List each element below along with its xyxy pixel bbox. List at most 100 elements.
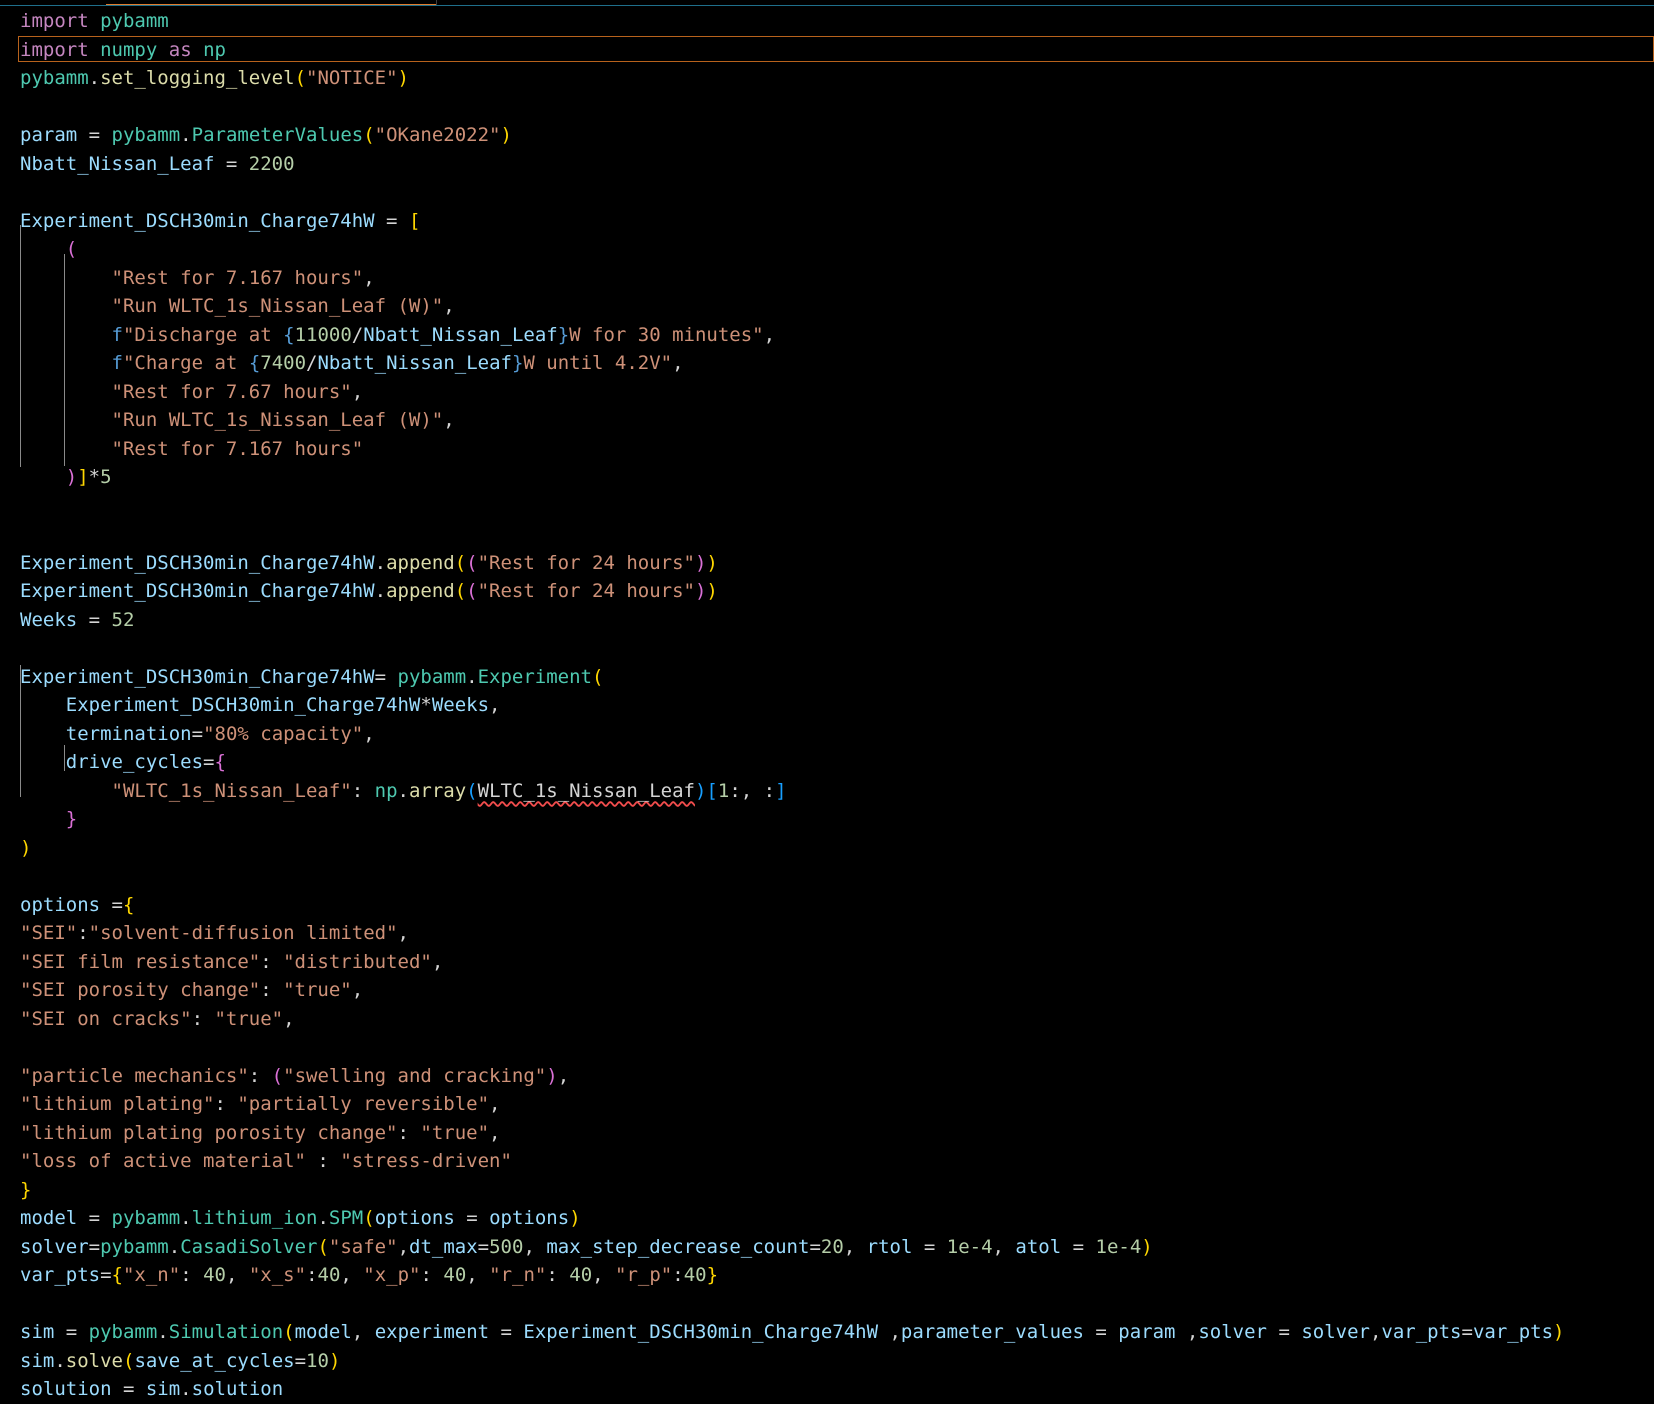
code-line[interactable]: solver=pybamm.CasadiSolver("safe",dt_max…	[20, 1233, 1650, 1262]
code-line[interactable]: "loss of active material" : "stress-driv…	[20, 1147, 1650, 1176]
code-token: "SEI porosity change"	[20, 979, 261, 1001]
code-line[interactable]	[20, 1290, 1650, 1319]
code-line[interactable]: Experiment_DSCH30min_Charge74hW*Weeks,	[20, 691, 1650, 720]
code-line[interactable]: drive_cycles={	[20, 748, 1650, 777]
code-token: "NOTICE"	[306, 67, 398, 89]
code-line[interactable]: Experiment_DSCH30min_Charge74hW = [	[20, 207, 1650, 236]
code-line[interactable]: var_pts={"x_n": 40, "x_s":40, "x_p": 40,…	[20, 1261, 1650, 1290]
code-line[interactable]: }	[20, 805, 1650, 834]
code-token: pybamm	[100, 1235, 169, 1258]
code-line[interactable]: "Run WLTC_1s_Nissan_Leaf (W)",	[20, 406, 1650, 435]
code-token: )	[706, 580, 718, 602]
code-token: ,	[592, 1264, 616, 1286]
code-line[interactable]: "SEI film resistance": "distributed",	[20, 948, 1650, 977]
code-token: 1e-4	[1095, 1235, 1142, 1258]
code-token: ,	[443, 295, 455, 317]
code-line[interactable]: pybamm.set_logging_level("NOTICE")	[20, 64, 1650, 93]
code-token: Nbatt_Nissan_Leaf	[317, 352, 512, 374]
code-line[interactable]: param = pybamm.ParameterValues("OKane202…	[20, 121, 1650, 150]
code-token: ,	[557, 1064, 570, 1087]
code-token: "true"	[420, 1121, 490, 1144]
code-token: 40	[569, 1264, 593, 1286]
code-token: *	[420, 694, 432, 716]
code-line[interactable]: Experiment_DSCH30min_Charge74hW.append((…	[20, 577, 1650, 606]
code-line[interactable]: Weeks = 52	[20, 606, 1650, 635]
code-token: set_logging_level	[100, 67, 295, 89]
code-token: ,	[283, 1007, 295, 1030]
code-line[interactable]: "Rest for 7.167 hours",	[20, 264, 1650, 293]
code-line[interactable]: Nbatt_Nissan_Leaf = 2200	[20, 150, 1650, 179]
code-token: )	[694, 551, 707, 574]
code-token: (	[466, 779, 478, 802]
code-token: "Run WLTC_1s_Nissan_Leaf (W)"	[111, 409, 444, 431]
code-token: 2200	[248, 152, 295, 175]
code-line-current[interactable]: import numpy as np	[18, 35, 1654, 65]
code-line[interactable]: f"Discharge at {11000/Nbatt_Nissan_Leaf}…	[20, 321, 1650, 350]
code-line[interactable]	[20, 1033, 1650, 1062]
code-token: Experiment_DSCH30min_Charge74hW	[20, 580, 375, 602]
code-token: =	[100, 1264, 112, 1286]
code-line[interactable]	[20, 178, 1650, 207]
code-token: =	[111, 1378, 146, 1400]
code-token: :	[248, 1064, 272, 1087]
code-token: solver	[1198, 1321, 1267, 1343]
code-token: f	[111, 352, 123, 374]
code-line[interactable]: "Run WLTC_1s_Nissan_Leaf (W)",	[20, 292, 1650, 321]
code-token: )	[546, 1064, 558, 1087]
code-line[interactable]: "Rest for 7.167 hours"	[20, 435, 1650, 464]
code-line[interactable]: solution = sim.solution	[20, 1375, 1650, 1404]
code-line[interactable]	[20, 93, 1650, 122]
code-line[interactable]: "Rest for 7.67 hours",	[20, 378, 1650, 407]
code-line[interactable]: }	[20, 1176, 1650, 1205]
code-token: var_pts	[1381, 1321, 1462, 1343]
code-token: :	[672, 1264, 684, 1286]
code-token: .	[180, 1378, 192, 1400]
code-line[interactable]: "SEI porosity change": "true",	[20, 976, 1650, 1005]
code-token: (	[283, 1321, 295, 1343]
code-line[interactable]: f"Charge at {7400/Nbatt_Nissan_Leaf}W un…	[20, 349, 1650, 378]
code-line[interactable]: )	[20, 834, 1650, 863]
code-line[interactable]: )]*5	[20, 463, 1650, 492]
code-line[interactable]	[20, 634, 1650, 663]
code-line[interactable]	[20, 492, 1650, 521]
code-line[interactable]: model = pybamm.lithium_ion.SPM(options =…	[20, 1204, 1650, 1233]
editor-top-border	[0, 5, 1654, 6]
code-editor[interactable]: import pybamm import numpy as np pybamm.se…	[18, 7, 1654, 1404]
code-token: ]	[77, 466, 89, 488]
code-token: (	[363, 1207, 375, 1229]
code-line[interactable]: "lithium plating": "partially reversible…	[20, 1090, 1650, 1119]
code-line[interactable]: "WLTC_1s_Nissan_Leaf": np.array(WLTC_1s_…	[20, 777, 1650, 806]
code-line[interactable]: sim.solve(save_at_cycles=10)	[20, 1347, 1650, 1376]
code-line[interactable]	[20, 862, 1650, 891]
code-line[interactable]: termination="80% capacity",	[20, 720, 1650, 749]
code-line[interactable]: options ={	[20, 891, 1650, 920]
code-line[interactable]: "particle mechanics": ("swelling and cra…	[20, 1062, 1650, 1091]
code-line[interactable]	[20, 520, 1650, 549]
code-line[interactable]: "SEI":"solvent-diffusion limited",	[20, 919, 1650, 948]
code-token: ,	[363, 266, 375, 289]
code-token: :	[180, 1264, 204, 1286]
code-token: /	[306, 352, 318, 374]
code-line[interactable]: import pybamm	[20, 7, 1650, 36]
code-token: )	[694, 779, 707, 802]
code-token: =	[374, 665, 398, 688]
code-token: )	[1141, 1235, 1153, 1258]
code-token: Experiment	[477, 665, 592, 688]
code-token: model	[20, 1207, 78, 1229]
code-line[interactable]: Experiment_DSCH30min_Charge74hW.append((…	[20, 549, 1650, 578]
code-token: Weeks	[431, 694, 490, 716]
code-token: "Discharge at	[122, 323, 284, 346]
code-token: np	[203, 38, 226, 61]
code-line[interactable]: (	[20, 235, 1650, 264]
code-line[interactable]: "lithium plating porosity change": "true…	[20, 1119, 1650, 1148]
code-line[interactable]: Experiment_DSCH30min_Charge74hW= pybamm.…	[20, 663, 1650, 692]
code-token: "solvent-diffusion limited"	[88, 922, 398, 944]
code-line[interactable]: "SEI on cracks": "true",	[20, 1005, 1650, 1034]
code-line[interactable]: sim = pybamm.Simulation(model, experimen…	[20, 1318, 1650, 1347]
code-token: ,	[878, 1321, 901, 1343]
